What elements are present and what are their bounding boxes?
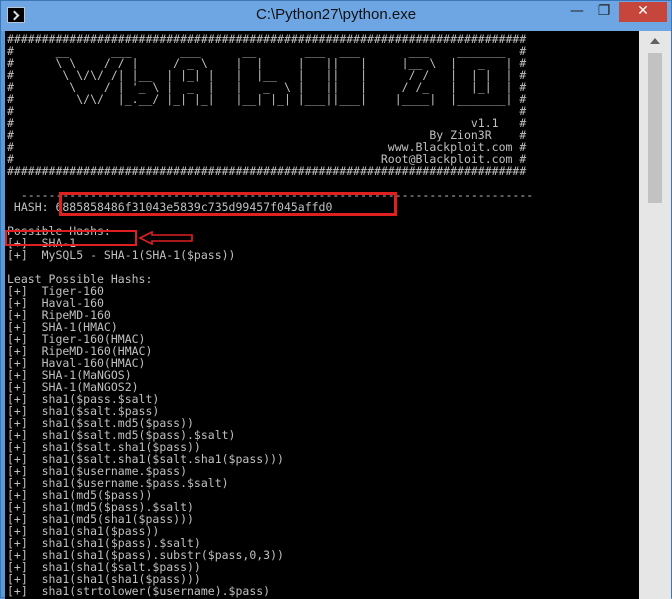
arrow-left-icon — [138, 231, 193, 245]
hash-highlight-box — [59, 192, 397, 216]
vertical-scrollbar[interactable] — [639, 31, 671, 599]
console-window: C:\Python27\python.exe — ❐ ✕ ###########… — [0, 0, 672, 599]
console-text: ########################################… — [7, 32, 534, 598]
scroll-up-arrow-icon[interactable] — [639, 31, 671, 51]
sha1-highlight-box — [5, 230, 137, 246]
close-button[interactable]: ✕ — [619, 2, 667, 22]
title-bar[interactable]: C:\Python27\python.exe — ❐ ✕ — [1, 1, 671, 31]
console-output-area[interactable]: ########################################… — [5, 31, 639, 599]
maximize-button[interactable]: ❐ — [590, 2, 618, 22]
minimize-button[interactable]: — — [564, 2, 590, 22]
scrollbar-thumb[interactable] — [648, 53, 662, 203]
